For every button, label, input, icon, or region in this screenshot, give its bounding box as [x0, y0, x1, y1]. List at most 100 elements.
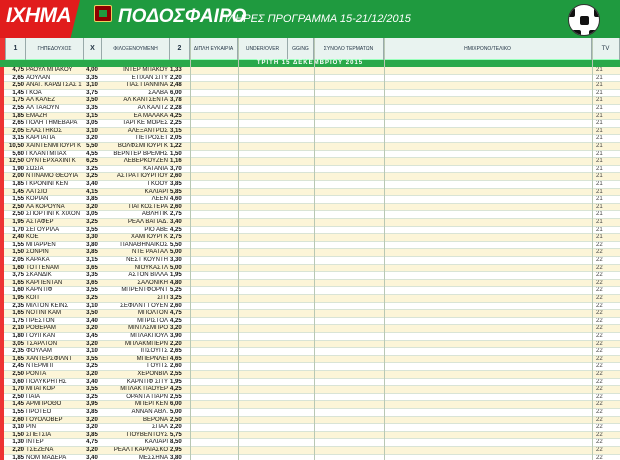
code-cell: 22: [596, 348, 603, 355]
code-cell: 21: [596, 226, 603, 233]
home-team: ΝΤΙΝΑΜΟ ΘΕΟΥΙΑ: [26, 173, 79, 180]
row-strip: [0, 272, 4, 280]
home-team: ΣΠΕΤΣΙΑ: [26, 431, 52, 438]
code-cell: 21: [596, 135, 603, 142]
odd-away: 2,60: [170, 173, 182, 180]
emblem-icon: [94, 5, 112, 22]
odd-away: 4,80: [170, 279, 182, 286]
code-cell: 21: [596, 105, 603, 111]
away-team: ΜΠΡΙΣΤΟΛ: [137, 317, 168, 324]
table-row: 2,50 ΠΑΙΑ 3,25 ΟΡΑΝΤΑ ΠΑΡΝ 2,55 22: [0, 393, 620, 402]
odd-away: 5,00: [170, 409, 182, 415]
odd-away: 3,85: [170, 181, 182, 187]
table-row: 1,50 ΣΟΝΡΙΝ 3,85 ΝΤΕ ΡΑΑΤΑΛ 5,00 22: [0, 249, 620, 257]
row-strip: [0, 325, 4, 333]
odd-draw: 3,85: [86, 431, 98, 438]
row-strip: [0, 302, 4, 311]
away-team: ΚΑΛΙΑΡΙ: [144, 439, 168, 446]
away-team: ΒΟΛΦΣΜΠΟΥΡΓΚ: [117, 143, 168, 149]
odd-home: 2,50: [12, 211, 24, 218]
odd-draw: 3,10: [86, 302, 98, 309]
odd-home: 2,00: [12, 173, 24, 180]
row-strip: [0, 196, 4, 204]
row-strip: [0, 378, 4, 387]
table-row: 1,50 ΣΠΕΤΣΙΑ 3,85 ΓΙΟΥΒΕΝΤΟΥΣ 5,75 22: [0, 431, 620, 440]
odd-draw: 3,50: [86, 310, 98, 317]
row-strip: [0, 211, 4, 219]
table-row: 3,60 ΠΟΛΥΚΡΗΤΗΣ 3,40 ΚΑΡΝΤΙΦ ΣΙΤΥ 1,95 22: [0, 378, 620, 387]
home-team: ΧΑΝΤΕΡΣΦΙΛΝΤ: [26, 355, 73, 362]
home-team: ΝΤΕΡΜΠΙ: [26, 363, 53, 370]
table-row: 1,95 ΚΟΠ 3,25 ΣΙΤΙ 3,25 22: [0, 295, 620, 303]
header-banner: ΙΧΗΜΑ ΠΟΔΟΣΦΑΙΡΟ ΠΛΗΡΕΣ ΠΡΟΓΡΑΜΜΑ 15-21/…: [0, 0, 620, 38]
table-row: 1,65 ΝΟΤΙΝΓΚΑΜ 3,50 ΜΠΟΛΤΟΝ 4,75 22: [0, 310, 620, 318]
code-cell: 22: [596, 295, 603, 301]
col-halftime-fulltime: ΗΜΙΧΡΟΝΟ/ΤΕΛΙΚΟ: [384, 38, 592, 60]
table-row: 2,50 ΡΟΝΤΑ 3,20 ΧΕΡΟΝΒΙΛ 2,55 22: [0, 371, 620, 379]
schedule-subtitle: ΠΛΗΡΕΣ ΠΡΟΓΡΑΜΜΑ 15-21/12/2015: [220, 13, 411, 25]
odd-home: 1,30: [12, 439, 24, 446]
odd-draw: 4,55: [86, 150, 98, 157]
odd-away: 3,25: [170, 295, 182, 301]
odd-home: 1,85: [12, 112, 24, 119]
odd-draw: 3,85: [86, 196, 98, 203]
table-row: 5,60 ΓΚΛΑΝΤΜΠΑΧ 4,55 ΒΕΡΝΤΕΡ ΒΡΕΜΗΣ 1,50 21: [0, 150, 620, 159]
odd-home: 1,60: [12, 287, 24, 294]
divider: [384, 38, 385, 460]
away-team: ΑΣΤΡΑ ΓΙΟΥΡΓΙΟΥ: [116, 173, 168, 180]
code-cell: 21: [596, 67, 603, 73]
odd-home: 2,50: [12, 82, 24, 89]
away-team: ΡΕΑΛ ΒΑΓΙΑΔ.: [127, 219, 168, 225]
away-team: ΜΠΕΡΝΛΕΪ: [136, 355, 168, 362]
home-team: ΡΟΝΤΑ: [26, 371, 47, 377]
odd-home: 2,45: [12, 363, 24, 370]
odd-draw: 3,35: [86, 105, 98, 111]
odd-away: 4,25: [170, 226, 182, 233]
home-team: ΡΙΝ: [26, 424, 37, 431]
code-cell: 22: [596, 317, 603, 324]
row-strip: [0, 401, 4, 409]
odd-draw: 3,20: [86, 447, 98, 453]
away-team: ΑΣΤΟΝ ΒΙΛΛΑ: [128, 272, 168, 279]
odd-home: 3,10: [12, 424, 24, 431]
odd-away: 3,78: [170, 97, 182, 104]
odd-draw: 3,05: [86, 211, 98, 218]
odd-home: 1,50: [12, 249, 24, 256]
table-row: 2,05 ΚΑΡΑΚΑ 3,15 ΝΕΣΤ ΚΟΥΝΤΗ 3,30 22: [0, 257, 620, 265]
table-row: 1,45 ΓΚΟΑ 3,75 ΣΑΛΒΑ 6,00 21: [0, 89, 620, 98]
odd-draw: 3,10: [86, 348, 98, 355]
row-strip: [0, 203, 4, 212]
table-row: 2,50 ΣΠΟΡΤΙΝΓΚ ΧΙΧΟΝ 3,05 ΑΘΛΗΤΙΚ 2,75 21: [0, 211, 620, 219]
row-strip: [0, 105, 4, 113]
odd-away: 4,25: [170, 317, 182, 324]
row-strip: [0, 393, 4, 402]
home-team: ΣΚΑΝΔΙΚ: [26, 272, 52, 279]
away-team: ΝΤΕ ΡΑΑΤΑΛ: [131, 249, 168, 256]
table-row: 1,85 ΝΟΜ ΜΑΔΕΡΑ 3,40 ΜΕΣΣΗΝΑ 3,80 22: [0, 454, 620, 460]
code-cell: 22: [596, 371, 603, 377]
row-strip: [0, 310, 4, 318]
odd-home: 1,55: [12, 409, 24, 415]
row-strip: [0, 340, 4, 349]
col-under-over: UNDER/OVER: [238, 38, 288, 60]
table-row: 1,30 ΙΝΤΕΡ 4,75 ΚΑΛΙΑΡΙ 8,50 22: [0, 439, 620, 447]
home-team: ΦΟΥΛΑΜ: [26, 348, 52, 355]
odd-draw: 3,25: [86, 363, 98, 370]
odd-draw: 3,55: [86, 386, 98, 393]
code-cell: 22: [596, 279, 603, 286]
odd-away: 8,50: [170, 439, 182, 446]
home-team: ΓΚΟΑ: [26, 89, 42, 96]
row-strip: [0, 127, 4, 136]
row-strip: [0, 424, 4, 432]
table-row: 3,15 ΚΑΡΠΑΤΙΑ 3,20 ΠΕΤΡΟΣΕΤ 2,05 21: [0, 135, 620, 143]
odd-draw: 3,55: [86, 287, 98, 294]
table-row: 2,50 ΛΑ ΚΟΡΟΥΝΑ 3,20 ΠΑΓΚΟΣΤΕΡΑ 2,60 21: [0, 203, 620, 212]
odd-home: 1,85: [12, 181, 24, 187]
table-row: 1,75 ΑΛ ΚΑΛΕΖ 3,50 ΑΛ ΚΑΝΤΣΕΝΤΑ 3,78 21: [0, 97, 620, 105]
home-team: ΤΣΕΖΕΝΑ: [26, 447, 54, 453]
away-team: ΜΠΕΡΓΚΕΝ: [135, 401, 168, 408]
odd-away: 1,16: [170, 158, 182, 165]
code-cell: 21: [596, 196, 603, 203]
code-cell: 22: [596, 264, 603, 271]
row-strip: [0, 279, 4, 288]
